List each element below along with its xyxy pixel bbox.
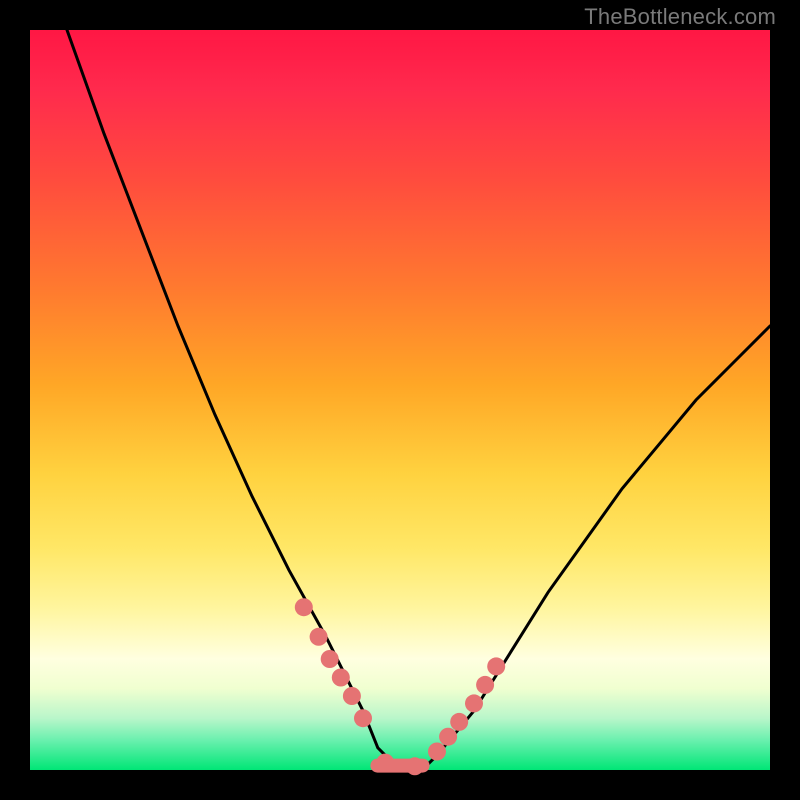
- highlight-dot: [439, 728, 457, 746]
- highlight-dot: [450, 713, 468, 731]
- plot-area: [30, 30, 770, 770]
- watermark-text: TheBottleneck.com: [584, 4, 776, 30]
- bottleneck-curve: [67, 30, 770, 770]
- highlight-dot: [343, 687, 361, 705]
- highlight-dot: [428, 743, 446, 761]
- highlight-dot: [332, 669, 350, 687]
- highlight-dot: [295, 598, 313, 616]
- highlight-dot: [487, 657, 505, 675]
- highlight-dot: [310, 628, 328, 646]
- highlight-dot: [321, 650, 339, 668]
- chart-frame: TheBottleneck.com: [0, 0, 800, 800]
- highlight-dot: [476, 676, 494, 694]
- trough-bar: [370, 759, 429, 773]
- curve-svg: [30, 30, 770, 770]
- highlight-dot: [354, 709, 372, 727]
- highlight-markers: [295, 598, 505, 775]
- highlight-dot: [465, 694, 483, 712]
